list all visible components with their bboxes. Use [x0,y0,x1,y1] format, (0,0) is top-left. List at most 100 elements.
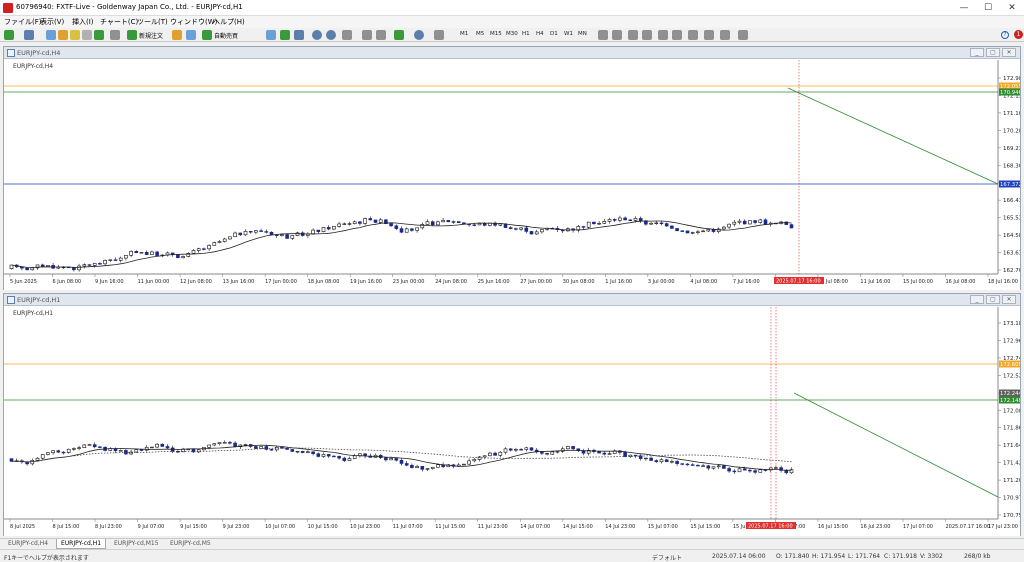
navigator-icon[interactable] [70,30,80,40]
h4-chart-window[interactable]: EURJPY-cd,H4 _ ▢ ✕ EURJPY-cd,H4 172.980 17… [3,46,1021,290]
new-order-icon[interactable] [127,30,137,40]
candle-body [784,470,789,474]
vertical-line-icon[interactable] [628,30,638,40]
history-icon[interactable] [110,30,120,40]
timeframe-m15[interactable]: M15 [490,31,502,37]
candle-body [742,220,747,225]
candle-body [150,251,154,255]
auto-trading-button[interactable]: 自動売買 [214,31,238,40]
tab-eurjpy-m15[interactable]: EURJPY-cd,M15 [110,539,163,549]
menu-chart[interactable]: チャート(C) [100,17,138,27]
zoom-in-icon[interactable] [312,30,322,40]
candle-body [51,450,55,454]
timeframe-mn[interactable]: MN [578,31,587,37]
tile-windows-icon[interactable] [342,30,352,40]
timeframe-m30[interactable]: M30 [506,31,518,37]
timeframe-m1[interactable]: M1 [460,31,468,37]
tab-eurjpy-m5[interactable]: EURJPY-cd,M5 [166,539,215,549]
title-bar: 60796940: FXTF-Live - Goldenway Japan Co… [0,0,1024,16]
h4-minimize-button[interactable]: _ [970,48,984,57]
menu-insert[interactable]: 挿入(I) [72,17,94,27]
candle-body [623,217,627,221]
candle-body [415,227,419,231]
candle-body [326,454,331,457]
zoom-out-icon[interactable] [326,30,336,40]
menu-view[interactable]: 表示(V) [40,17,64,27]
signals-icon[interactable] [186,30,196,40]
text-label-icon[interactable] [720,30,730,40]
time-label: 3 Jul 00:00 [648,279,675,285]
h1-chart-canvas[interactable]: EURJPY-cd,H1173.185172.965172.745172.525… [4,307,1020,536]
terminal-icon[interactable] [82,30,92,40]
candle-body [207,444,211,448]
h1-chart-window[interactable]: EURJPY-cd,H1 _ ▢ ✕ EURJPY-cd,H1 173.185 17… [3,293,1021,536]
candle-body [352,455,357,459]
menu-window[interactable]: ウィンドウ(W) [170,17,217,27]
candle-body [727,223,731,228]
periods-icon[interactable] [414,30,424,40]
menu-tools[interactable]: ツール(T) [137,17,168,27]
candle-body [243,444,248,446]
auto-trading-icon[interactable] [202,30,212,40]
bar-chart-icon[interactable] [266,30,276,40]
chart-shift-icon[interactable] [362,30,372,40]
tab-eurjpy-h1[interactable]: EURJPY-cd,H1 [56,539,107,549]
strategy-tester-icon[interactable] [94,30,104,40]
tab-eurjpy-h4[interactable]: EURJPY-cd,H4 [4,539,52,549]
h4-close-button[interactable]: ✕ [1002,48,1016,57]
timeframe-h4[interactable]: H4 [536,31,544,37]
candle-body [503,448,508,453]
h4-maximize-button[interactable]: ▢ [986,48,1000,57]
h1-close-button[interactable]: ✕ [1002,295,1016,304]
candle-body [248,231,253,233]
h1-window-titlebar[interactable]: EURJPY-cd,H1 _ ▢ ✕ [4,294,1020,306]
candle-body [384,457,388,461]
candle-body [108,259,113,261]
candle-body [342,457,347,461]
timeframe-w1[interactable]: W1 [564,31,573,37]
maximize-button[interactable]: ☐ [976,0,1000,16]
h1-minimize-button[interactable]: _ [970,295,984,304]
candle-body [618,217,622,221]
line-chart-icon[interactable] [294,30,304,40]
templates-icon[interactable] [434,30,444,40]
candle-body [498,451,503,456]
text-icon[interactable] [704,30,714,40]
channel-icon[interactable] [672,30,682,40]
indicators-icon[interactable] [394,30,404,40]
time-label: 30 Jun 08:00 [563,279,595,285]
h1-maximize-button[interactable]: ▢ [986,295,1000,304]
h4-chart-canvas[interactable]: EURJPY-cd,H4172.980172.155171.105170.280… [4,60,1020,290]
candle-body [269,449,274,451]
candle-body [425,468,430,470]
new-order-button[interactable]: 新規注文 [139,31,163,40]
timeframe-m5[interactable]: M5 [476,31,484,37]
minimize-button[interactable]: — [952,0,976,16]
candle-body [701,230,705,233]
auto-scroll-icon[interactable] [376,30,386,40]
h4-window-titlebar[interactable]: EURJPY-cd,H4 _ ▢ ✕ [4,47,1020,59]
horizontal-line-icon[interactable] [642,30,652,40]
trend-line-icon[interactable] [658,30,668,40]
search-icon[interactable]: ? [1001,31,1009,39]
notification-icon[interactable]: 1 [1014,30,1023,39]
candle-body [212,443,217,446]
timeframe-d1[interactable]: D1 [550,31,558,37]
menu-help[interactable]: ヘルプ(H) [213,17,245,27]
arrows-icon[interactable] [738,30,748,40]
cursor-icon[interactable] [598,30,608,40]
data-window-icon[interactable] [58,30,68,40]
candle-body [519,227,523,230]
timeframe-h1[interactable]: H1 [522,31,530,37]
candle-body [664,459,669,462]
fibonacci-icon[interactable] [688,30,698,40]
meta-editor-icon[interactable] [172,30,182,40]
candle-body [420,466,425,470]
market-watch-icon[interactable] [46,30,56,40]
new-chart-icon[interactable] [4,30,14,40]
profiles-icon[interactable] [24,30,34,40]
candlestick-icon[interactable] [280,30,290,40]
close-button[interactable]: ✕ [1000,0,1024,16]
menu-file[interactable]: ファイル(F) [4,17,42,27]
crosshair-icon[interactable] [612,30,622,40]
